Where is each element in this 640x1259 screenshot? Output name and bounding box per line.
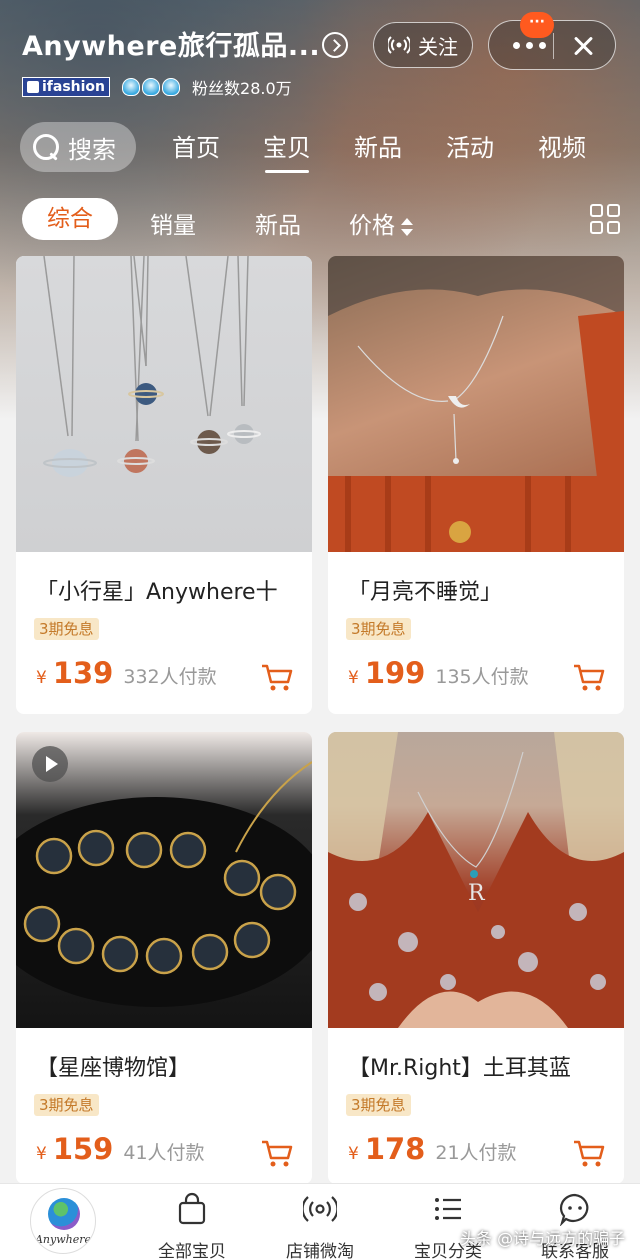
fans-count: 粉丝数28.0万 [192,79,292,98]
bottom-tab-label: 店铺微淘 [286,1242,354,1259]
product-name[interactable]: 【星座博物馆】 [36,1050,306,1082]
filter-price[interactable]: 价格 [349,206,413,240]
product-price: 139 [52,656,114,690]
shop-nav: 搜索 首页 宝贝 新品 活动 视频 [0,120,640,176]
svg-text:R: R [468,881,486,906]
product-price: 159 [52,1132,114,1166]
sold-count: 332人付款 [123,666,217,688]
product-image-zodiac-pendants[interactable] [16,732,312,1028]
chat-bubble-icon [559,1193,589,1227]
installment-badge: 3期免息 [34,618,99,640]
more-icon[interactable] [513,42,546,49]
cart-icon[interactable] [260,1138,294,1168]
list-icon [435,1198,461,1220]
crown-icon [122,78,141,96]
search-label: 搜索 [68,135,116,164]
follow-label: 关注 [418,34,458,59]
sort-arrows-icon [401,216,413,238]
currency-symbol: ¥ [36,1144,47,1164]
avatar-signature: Anywhere [34,1233,92,1246]
price-row: ¥ 199 135人付款 [348,656,529,690]
product-image-initial-necklace[interactable]: R [328,732,624,1028]
crown-icon [142,78,161,96]
tab-new[interactable]: 新品 [354,128,402,163]
currency-symbol: ¥ [36,668,47,688]
tab-videos[interactable]: 视频 [538,128,586,163]
filter-row: 综合 销量 新品 价格 [0,196,640,244]
tab-products[interactable]: 宝贝 [263,128,311,173]
product-card[interactable]: R 【Mr.Right】土耳其蓝 3期免息 ¥ 178 21人付款 [328,732,624,1184]
follow-button[interactable]: 关注 [373,22,473,68]
brand-badge-label: ifashion [42,78,106,95]
price-row: ¥ 159 41人付款 [36,1132,205,1166]
play-video-icon[interactable] [32,746,68,782]
installment-badge: 3期免息 [346,1094,411,1116]
installment-badge: 3期免息 [346,618,411,640]
product-card[interactable]: 「小行星」Anywhere十 3期免息 ¥ 139 332人付款 [16,256,312,714]
filter-price-label: 价格 [349,213,395,239]
product-card[interactable]: 「月亮不睡觉」 3期免息 ¥ 199 135人付款 [328,256,624,714]
filter-new[interactable]: 新品 [255,206,301,240]
cart-icon[interactable] [572,1138,606,1168]
tab-home[interactable]: 首页 [172,128,220,163]
ifashion-badge: ifashion [22,77,111,97]
chevron-right-icon[interactable] [322,32,348,58]
product-card[interactable]: 【星座博物馆】 3期免息 ¥ 159 41人付款 [16,732,312,1184]
product-name[interactable]: 「月亮不睡觉」 [348,574,618,606]
bottom-tab-label: 全部宝贝 [158,1242,226,1259]
notification-badge: ··· [520,12,554,38]
necklace-illustration: R [328,732,624,1028]
product-name[interactable]: 【Mr.Right】土耳其蓝 [348,1050,618,1082]
installment-badge: 3期免息 [34,1094,99,1116]
search-icon [32,133,60,161]
cart-icon[interactable] [260,662,294,692]
currency-symbol: ¥ [348,1144,359,1164]
shop-avatar[interactable]: Anywhere [30,1188,96,1254]
shop-meta-row: ifashion 粉丝数28.0万 [22,76,292,98]
currency-symbol: ¥ [348,668,359,688]
close-icon[interactable] [571,34,595,58]
necklace-illustration [328,256,624,552]
shopping-bag-icon [178,1192,206,1225]
product-image-moon-necklace[interactable] [328,256,624,552]
necklace-illustration [43,256,261,477]
price-row: ¥ 178 21人付款 [348,1132,517,1166]
globe-logo-icon [48,1198,80,1230]
price-row: ¥ 139 332人付款 [36,656,217,690]
filter-sales[interactable]: 销量 [150,206,196,240]
sold-count: 135人付款 [435,666,529,688]
crown-icon [162,78,181,96]
bottom-tab-all-products[interactable]: 全部宝贝 [137,1192,247,1259]
bottom-tab-shop-feed[interactable]: 店铺微淘 [265,1192,375,1259]
shop-level-crowns [122,78,181,96]
cart-icon[interactable] [572,662,606,692]
shop-name[interactable]: Anywhere旅行孤品... [22,24,320,63]
grid-view-icon[interactable] [590,204,620,234]
divider [553,33,554,59]
tab-events[interactable]: 活动 [446,128,494,163]
sold-count: 21人付款 [435,1142,517,1164]
heart-icon [27,81,39,93]
product-price: 199 [364,656,426,690]
sold-count: 41人付款 [123,1142,205,1164]
product-name[interactable]: 「小行星」Anywhere十 [36,574,306,606]
broadcast-icon [301,1196,339,1222]
search-button[interactable]: 搜索 [20,122,136,172]
watermark: 头条 @诗与远方的骗子 [460,1229,626,1248]
filter-overall[interactable]: 综合 [22,198,118,240]
product-image-planet-necklaces[interactable] [16,256,312,552]
product-price: 178 [364,1132,426,1166]
broadcast-icon [388,36,410,54]
